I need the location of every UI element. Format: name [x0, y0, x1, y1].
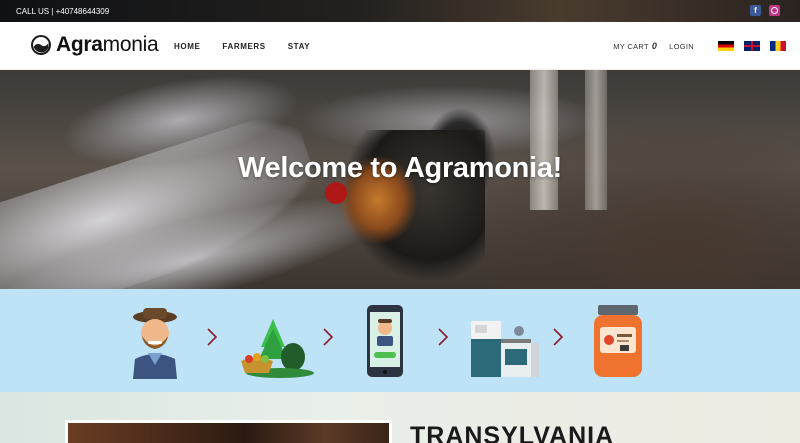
hero-banner: Welcome to Agramonia!: [0, 70, 800, 289]
logo-text-regular: monia: [102, 33, 159, 56]
account-nav: MY CART 0 LOGIN: [613, 41, 786, 51]
cart-count: 0: [651, 41, 658, 51]
top-bar: CALL US | +40748644309 f: [0, 0, 800, 22]
german-flag-icon[interactable]: [718, 41, 734, 51]
cart-label: MY CART: [613, 42, 649, 51]
logo[interactable]: Agramonia: [30, 33, 159, 57]
english-flag-icon[interactable]: [744, 41, 760, 51]
step-arrow-icon: [438, 328, 449, 346]
kitchen-icon: [471, 321, 539, 377]
region-photo: [65, 420, 392, 443]
hero-title: Welcome to Agramonia!: [237, 152, 563, 184]
romanian-flag-icon[interactable]: [770, 41, 786, 51]
main-nav: HOME FARMERS STAY: [174, 42, 310, 51]
farmer-icon: [133, 308, 177, 379]
rooster-head: [325, 182, 347, 204]
region-title: TRANSYLVANIA: [410, 422, 615, 443]
social-links: f: [750, 5, 780, 16]
logo-text: Agramonia: [56, 33, 159, 57]
nav-farmers[interactable]: FARMERS: [222, 42, 265, 51]
logo-mark-icon: [31, 35, 51, 55]
login-link[interactable]: LOGIN: [669, 42, 694, 51]
step-arrow-icon: [207, 328, 218, 346]
call-us-text: CALL US | +40748644309: [16, 6, 110, 16]
cart-link[interactable]: MY CART 0: [613, 41, 657, 51]
step-arrow-icon: [323, 328, 334, 346]
region-section: TRANSYLVANIA: [0, 392, 800, 443]
farm-produce-icon: [241, 319, 314, 378]
process-steps: [0, 289, 800, 392]
phone-order-icon: [367, 305, 403, 377]
step-arrow-icon: [553, 328, 564, 346]
main-header: Agramonia HOME FARMERS STAY MY CART 0 LOG…: [0, 22, 800, 70]
logo-text-bold: Agra: [56, 33, 103, 56]
jar-product-icon: [594, 305, 642, 377]
instagram-icon[interactable]: [769, 5, 780, 16]
nav-stay[interactable]: STAY: [288, 42, 310, 51]
facebook-icon[interactable]: f: [750, 5, 761, 16]
nav-home[interactable]: HOME: [174, 42, 200, 51]
